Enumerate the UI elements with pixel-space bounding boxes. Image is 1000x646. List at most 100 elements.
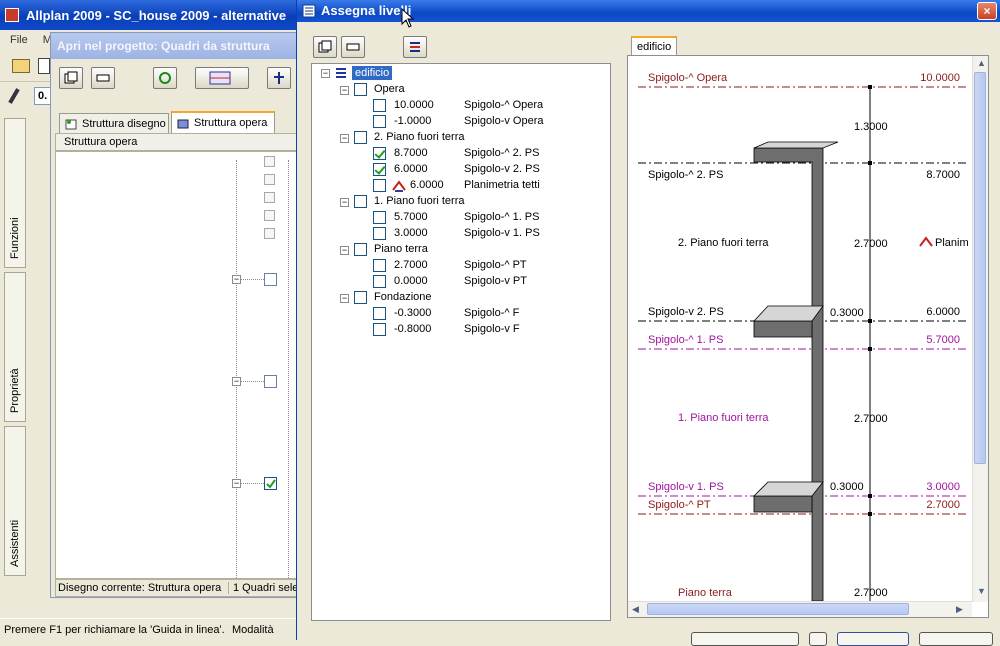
tree-group-collapse-toggle[interactable]: −: [340, 198, 349, 207]
tree-group-label[interactable]: 1. Piano fuori terra: [374, 195, 465, 207]
dimension-tick: [868, 347, 872, 351]
level-label: Spigolo-^ 2. PS: [648, 169, 723, 181]
side-tab-funzioni[interactable]: Funzioni: [4, 118, 26, 268]
diagram-horizontal-scroll-thumb[interactable]: [647, 603, 909, 615]
tree-node-box[interactable]: [264, 192, 275, 203]
tree-level-checkbox[interactable]: [373, 323, 386, 336]
tree-level-label: Spigolo-^ 2. PS: [464, 147, 540, 159]
roof-icon: [919, 236, 933, 247]
scroll-right-arrow-icon[interactable]: ▶: [956, 604, 963, 615]
levels-section-diagram: Spigolo-^ Opera 10.0000 Spigolo-^ 2. PS 8.7…: [638, 72, 969, 601]
side-tab-proprieta[interactable]: Proprietà: [4, 272, 26, 422]
tree-group-collapse-toggle[interactable]: −: [340, 86, 349, 95]
assign-levels-button[interactable]: [195, 67, 249, 89]
storey-label: 1. Piano fuori terra: [678, 412, 769, 424]
tab-struttura-disegno[interactable]: Struttura disegno: [59, 113, 169, 133]
new-document-icon[interactable]: [38, 58, 50, 74]
dialog-help-button[interactable]: [809, 632, 827, 646]
tree-group-label[interactable]: Piano terra: [374, 243, 428, 255]
tree-level-checkbox-checked[interactable]: [264, 477, 277, 490]
tree-node-box[interactable]: [264, 156, 275, 167]
dialog-select-all-button[interactable]: [313, 36, 337, 58]
level-value: 2.7000: [926, 499, 960, 511]
tree-collapse-toggle[interactable]: −: [232, 377, 241, 386]
tree-group-checkbox[interactable]: [354, 291, 367, 304]
level-value: 10.0000: [920, 72, 960, 84]
tree-node-box[interactable]: [264, 210, 275, 221]
wall-section-shape: [753, 147, 824, 601]
assegna-livelli-dialog: Assegna livelli × − edificio − Opera 10.…: [296, 0, 1000, 646]
dialog-button[interactable]: [691, 632, 799, 646]
tree-level-checkbox[interactable]: [373, 259, 386, 272]
tree-level-checkbox[interactable]: [373, 179, 386, 192]
tree-level-checkbox[interactable]: [373, 115, 386, 128]
tree-collapse-toggle[interactable]: −: [232, 479, 241, 488]
dialog-ok-button[interactable]: [837, 632, 909, 646]
dimension-value: 2.7000: [854, 413, 888, 425]
levels-grid-icon: [209, 71, 231, 85]
level-value: 6.0000: [926, 306, 960, 318]
tree-level-value: 10.0000: [394, 99, 434, 111]
refresh-button[interactable]: [153, 67, 177, 89]
tree-group-collapse-toggle[interactable]: −: [340, 294, 349, 303]
tree-group-checkbox[interactable]: [354, 131, 367, 144]
structure-button[interactable]: [267, 67, 291, 89]
tree-node-box[interactable]: [264, 228, 275, 239]
select-all-button[interactable]: [59, 67, 83, 89]
tree-group-collapse-toggle[interactable]: −: [340, 246, 349, 255]
refresh-icon: [159, 72, 171, 84]
apri-column-header[interactable]: Struttura opera: [55, 133, 299, 151]
diagram-vertical-scroll-thumb[interactable]: [974, 72, 986, 464]
tab-struttura-opera-label: Struttura opera: [194, 117, 268, 129]
main-statusbar: Premere F1 per richiamare la 'Guida in l…: [0, 618, 300, 640]
tree-group-collapse-toggle[interactable]: −: [340, 134, 349, 143]
tab-struttura-opera[interactable]: Struttura opera: [171, 111, 275, 133]
tree-level-checkbox[interactable]: [373, 99, 386, 112]
checkmark-icon: [266, 479, 276, 489]
deselect-button[interactable]: [91, 67, 115, 89]
tree-collapse-toggle[interactable]: −: [232, 275, 241, 284]
apri-window-titlebar[interactable]: Apri nel progetto: Quadri da struttura: [51, 33, 299, 59]
dialog-level-list-button[interactable]: [403, 36, 427, 58]
tree-level-label: Spigolo-v PT: [464, 275, 527, 287]
tree-level-checkbox[interactable]: [373, 275, 386, 288]
tree-level-checkbox[interactable]: [373, 227, 386, 240]
tree-level-checkbox[interactable]: [373, 211, 386, 224]
menu-file[interactable]: File: [10, 34, 28, 46]
side-tab-proprieta-label: Proprietà: [9, 368, 21, 413]
dialog-close-button[interactable]: ×: [977, 2, 997, 20]
tree-root-label[interactable]: edificio: [352, 66, 393, 80]
eyedropper-icon[interactable]: [8, 88, 20, 104]
tree-level-checkbox[interactable]: [264, 375, 277, 388]
tree-level-checkbox[interactable]: [373, 163, 386, 176]
side-tab-assistenti[interactable]: Assistenti: [4, 426, 26, 576]
tree-level-checkbox[interactable]: [373, 147, 386, 160]
tree-group-checkbox[interactable]: [354, 83, 367, 96]
dialog-cancel-button[interactable]: [919, 632, 993, 646]
level-label: Spigolo-v 1. PS: [648, 481, 724, 493]
tree-group-label[interactable]: 2. Piano fuori terra: [374, 131, 465, 143]
diagram-tab-edificio[interactable]: edificio: [631, 36, 677, 56]
status-mode[interactable]: Modalità: [232, 624, 274, 636]
tree-group-label[interactable]: Fondazione: [374, 291, 432, 303]
structure-icon: [274, 72, 284, 84]
tree-level-value: 6.0000: [394, 163, 428, 175]
scroll-left-arrow-icon[interactable]: ◀: [632, 604, 639, 615]
tree-group-checkbox[interactable]: [354, 243, 367, 256]
mouse-cursor-icon: [401, 8, 415, 28]
apri-status-selection-count: 1 Quadri selez: [228, 582, 298, 594]
tree-root-collapse-toggle[interactable]: −: [321, 69, 330, 78]
tree-group-checkbox[interactable]: [354, 195, 367, 208]
apri-status-current-drawing: Disegno corrente: Struttura opera: [58, 582, 222, 594]
scroll-up-arrow-icon[interactable]: ▲: [977, 58, 986, 68]
tree-node-box[interactable]: [264, 174, 275, 185]
scroll-down-arrow-icon[interactable]: ▼: [977, 586, 986, 596]
open-folder-icon[interactable]: [12, 59, 30, 73]
tree-group-label[interactable]: Opera: [374, 83, 405, 95]
tree-level-checkbox[interactable]: [373, 307, 386, 320]
levels-list-icon: [302, 4, 316, 18]
tree-level-checkbox[interactable]: [264, 273, 277, 286]
level-label: Spigolo-v 2. PS: [648, 306, 724, 318]
main-window-titlebar[interactable]: Allplan 2009 - SC_house 2009 - alternati…: [0, 0, 300, 30]
dialog-deselect-button[interactable]: [341, 36, 365, 58]
